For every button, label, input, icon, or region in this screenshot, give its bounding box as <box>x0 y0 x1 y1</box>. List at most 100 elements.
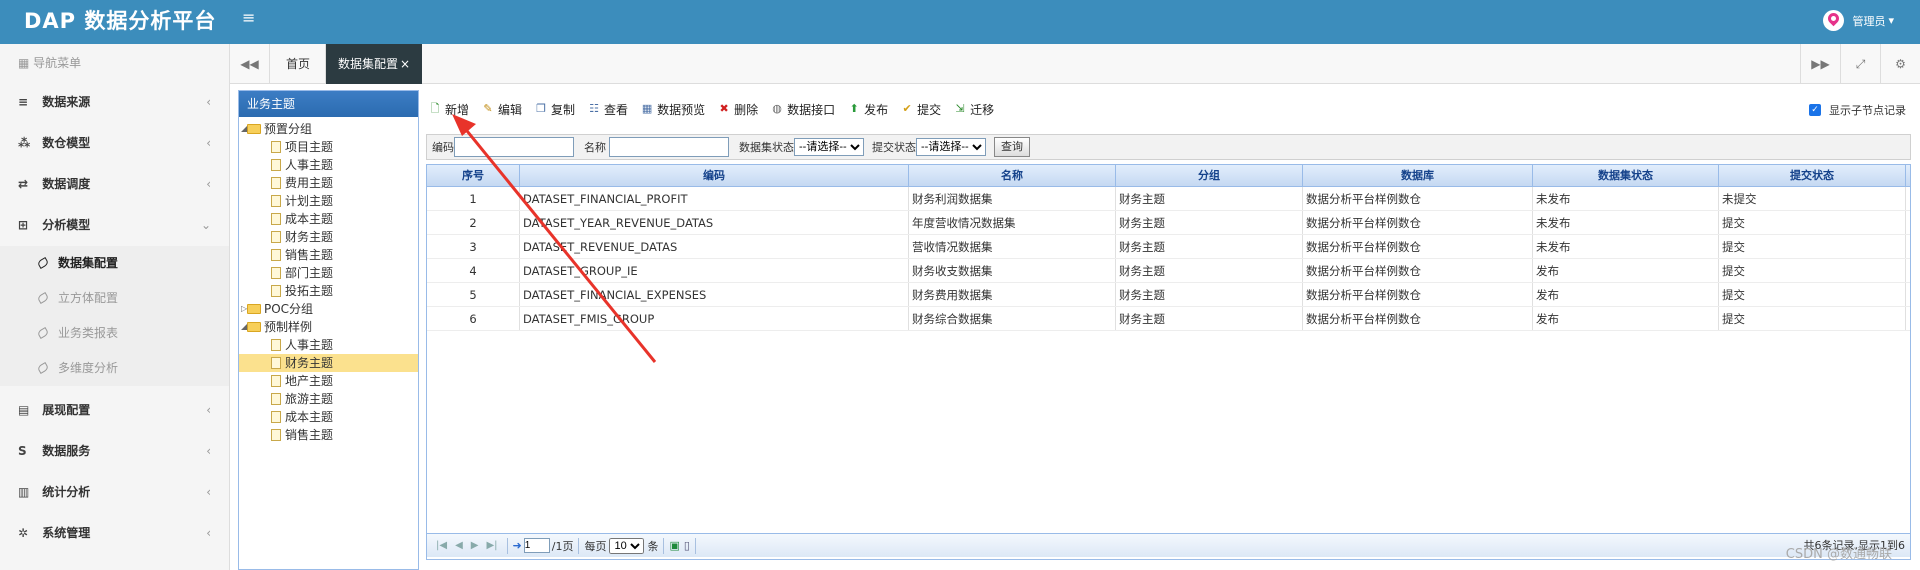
sidebar-item-database[interactable]: ≡ 数据来源 ‹ <box>0 82 229 123</box>
tab-dataset-config[interactable]: 数据集配置 × <box>326 44 422 84</box>
view-icon: ☷ <box>589 102 599 115</box>
export-excel-icon[interactable]: ▣ <box>669 539 679 552</box>
tree-title: 业务主题 <box>239 91 418 117</box>
submit-status-select[interactable]: --请选择-- <box>916 138 986 156</box>
preview-button[interactable]: ▦ 数据预览 <box>640 101 705 118</box>
column-header[interactable]: 分组 <box>1116 165 1303 186</box>
tree-node[interactable]: 人事主题 <box>239 336 418 354</box>
page-size-select[interactable]: 10 <box>609 537 645 554</box>
table-row[interactable]: 3 DATASET_REVENUE_DATAS 营收情况数据集 财务主题 数据分析平台样… <box>427 235 1910 259</box>
leaf-icon <box>36 362 50 374</box>
sidebar-item-dollar[interactable]: S 数据服务 ‹ <box>0 431 229 472</box>
add-doc-icon: 🗋 <box>430 102 440 115</box>
tree-toggle-icon[interactable]: ▷ <box>241 300 247 318</box>
column-header[interactable]: 数据库 <box>1303 165 1533 186</box>
tree-node[interactable]: 旅游主题 <box>239 390 418 408</box>
tree-node[interactable]: 成本主题 <box>239 408 418 426</box>
copy-button[interactable]: ❐ 复制 <box>534 101 575 118</box>
column-header[interactable]: 提交状态 <box>1719 165 1906 186</box>
tree-node[interactable]: 计划主题 <box>239 192 418 210</box>
sidebar-subitem[interactable]: 立方体配置 <box>0 281 229 316</box>
document-icon <box>271 375 281 387</box>
tree-node[interactable]: 人事主题 <box>239 156 418 174</box>
name-input[interactable] <box>609 137 729 157</box>
tab-prev-icon[interactable]: ◀◀ <box>230 44 270 84</box>
table-row[interactable]: 4 DATASET_GROUP_IE 财务收支数据集 财务主题 数据分析平台样例数仓 发布… <box>427 259 1910 283</box>
show-child-toggle[interactable]: ✓ 显示子节点记录 <box>1809 102 1906 118</box>
settings-icon[interactable]: ⚙ <box>1880 44 1920 84</box>
query-button[interactable]: 查询 <box>994 137 1030 157</box>
document-icon <box>271 393 281 405</box>
sidebar-item-bar-chart[interactable]: ▥ 统计分析 ‹ <box>0 472 229 513</box>
table-cell: DATASET_FINANCIAL_EXPENSES <box>520 283 909 306</box>
sidebar-subitem[interactable]: 数据集配置 <box>0 246 229 281</box>
menu-toggle-icon[interactable]: ≡ <box>242 8 255 28</box>
sidebar-item-cubes[interactable]: ⁂ 数仓模型 ‹ <box>0 123 229 164</box>
fullscreen-icon[interactable]: ⤢ <box>1840 44 1880 84</box>
table-row[interactable]: 2 DATASET_YEAR_REVENUE_DATAS 年度营收情况数据集 财务主题… <box>427 211 1910 235</box>
tab-next-icon[interactable]: ▶▶ <box>1800 44 1840 84</box>
export-doc-icon[interactable]: ▯ <box>684 539 690 552</box>
view-button[interactable]: ☷ 查看 <box>587 101 628 118</box>
interface-button[interactable]: ◍ 数据接口 <box>770 101 835 118</box>
migrate-button[interactable]: ⇲ 迁移 <box>953 101 995 118</box>
table-row[interactable]: 6 DATASET_FMIS_GROUP 财务综合数据集 财务主题 数据分析平台样例数仓… <box>427 307 1910 331</box>
leaf-icon <box>36 327 50 339</box>
last-page-icon[interactable]: ▶| <box>486 540 497 551</box>
tree-node[interactable]: 成本主题 <box>239 210 418 228</box>
table-cell: 数据分析平台样例数仓 <box>1303 211 1533 234</box>
tree-node[interactable]: 投拓主题 <box>239 282 418 300</box>
tree-toggle-icon[interactable]: ◢ <box>241 318 247 336</box>
chevron-left-icon: ‹ <box>206 485 211 499</box>
table-cell: 提交 <box>1719 211 1906 234</box>
delete-button[interactable]: ✖ 删除 <box>717 101 758 118</box>
sidebar-item-gear[interactable]: ✲ 系统管理 ‹ <box>0 513 229 554</box>
tree-node[interactable]: ▷ POC分组 <box>239 300 418 318</box>
publish-button[interactable]: ⬆ 发布 <box>847 101 889 118</box>
tree-node[interactable]: 销售主题 <box>239 426 418 444</box>
column-header[interactable]: 数据集状态 <box>1533 165 1719 186</box>
tree-node[interactable]: 项目主题 <box>239 138 418 156</box>
dataset-status-select[interactable]: --请选择-- <box>794 138 864 156</box>
bar-chart-icon: ▥ <box>18 485 30 499</box>
table-cell: 数据分析平台样例数仓 <box>1303 307 1533 330</box>
table-row[interactable]: 1 DATASET_FINANCIAL_PROFIT 财务利润数据集 财务主题 数据分析… <box>427 187 1910 211</box>
table-row[interactable]: 5 DATASET_FINANCIAL_EXPENSES 财务费用数据集 财务主题 数据… <box>427 283 1910 307</box>
user-menu[interactable]: 管理员 ▾ <box>1823 10 1894 31</box>
prev-page-icon[interactable]: ◀ <box>455 540 463 551</box>
tree-node[interactable]: ◢ 预制样例 <box>239 318 418 336</box>
sidebar-subitem[interactable]: 多维度分析 <box>0 351 229 386</box>
column-header[interactable]: 编码 <box>520 165 909 186</box>
app-logo: DAP 数据分析平台 <box>24 9 217 33</box>
column-header[interactable]: 名称 <box>909 165 1116 186</box>
table-cell: DATASET_FMIS_GROUP <box>520 307 909 330</box>
page-input[interactable] <box>523 538 550 553</box>
tree-node[interactable]: 销售主题 <box>239 246 418 264</box>
tree-node[interactable]: ◢ 预置分组 <box>239 120 418 138</box>
sidebar-item-sitemap[interactable]: ⊞ 分析模型 ⌄ <box>0 205 229 246</box>
table-cell: 提交 <box>1719 235 1906 258</box>
sidebar-item-shuffle[interactable]: ⇄ 数据调度 ‹ <box>0 164 229 205</box>
pencil-button[interactable]: ✎ 编辑 <box>481 101 522 118</box>
code-input[interactable] <box>454 137 574 157</box>
tree-node[interactable]: 部门主题 <box>239 264 418 282</box>
sidebar-subitem[interactable]: 业务类报表 <box>0 316 229 351</box>
table-cell: 6 <box>427 307 520 330</box>
tree-node[interactable]: 财务主题 <box>239 228 418 246</box>
column-header[interactable]: 序号 <box>427 165 520 186</box>
next-page-icon[interactable]: ▶ <box>471 540 479 551</box>
tree-node[interactable]: 财务主题 <box>239 354 418 372</box>
go-page-icon[interactable]: ➜ <box>513 539 522 552</box>
close-icon[interactable]: × <box>400 57 410 71</box>
tree-node[interactable]: 费用主题 <box>239 174 418 192</box>
tree-node[interactable]: 地产主题 <box>239 372 418 390</box>
leaf-icon <box>36 292 50 304</box>
submit-button[interactable]: ✔ 提交 <box>900 101 942 118</box>
checkbox-checked-icon[interactable]: ✓ <box>1809 104 1821 116</box>
sidebar-item-film[interactable]: ▤ 展现配置 ‹ <box>0 390 229 431</box>
tree-toggle-icon[interactable]: ◢ <box>241 120 247 138</box>
first-page-icon[interactable]: |◀ <box>436 540 447 551</box>
tab-home[interactable]: 首页 <box>271 44 326 84</box>
database-icon: ≡ <box>18 95 29 109</box>
add-doc-button[interactable]: 🗋 新增 <box>428 101 469 118</box>
